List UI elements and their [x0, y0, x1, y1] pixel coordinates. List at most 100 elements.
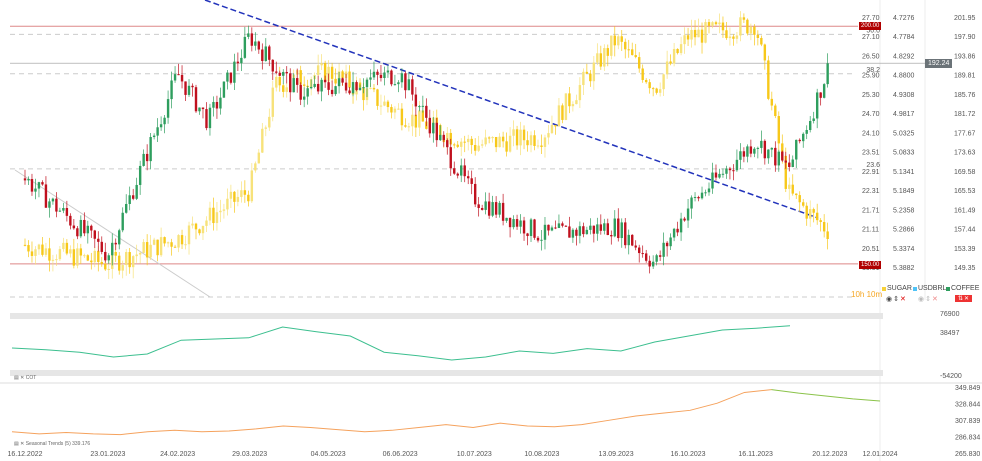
coffee-candle	[522, 220, 526, 234]
sugar-candle	[718, 22, 721, 25]
coffee-candle	[815, 92, 819, 119]
sugar-candle	[599, 53, 603, 67]
coffee-candle	[299, 84, 302, 100]
usdbrl-controls[interactable]: ◉ ⇕ ✕	[918, 295, 938, 303]
close-icon[interactable]: ✕	[932, 295, 938, 303]
seasonal-name: Seasonal Trends (5)	[25, 441, 71, 447]
sugar-candle	[508, 135, 512, 152]
coffee-candle	[289, 73, 292, 93]
sugar-candle	[557, 105, 561, 127]
sugar-candle	[275, 76, 278, 88]
sugar-candle	[648, 82, 651, 89]
left-axis-tick: 20.51	[862, 246, 880, 253]
eye-icon[interactable]: ◉	[886, 295, 892, 303]
coffee-candle	[268, 46, 271, 60]
coffee-candle	[142, 153, 145, 166]
sugar-candle	[191, 223, 194, 226]
sugar-candle	[229, 191, 233, 199]
sugar-candle	[742, 17, 746, 20]
sugar-candle	[505, 141, 508, 152]
coffee-candle	[79, 219, 83, 237]
coffee-candle	[809, 120, 812, 130]
level-150-badge: 150.00	[859, 261, 882, 269]
sugar-candle	[805, 205, 808, 219]
sugar-candle	[655, 88, 658, 93]
left-axis-tick: 25.30	[862, 92, 880, 99]
coffee-candle	[421, 105, 425, 107]
middle-axis-tick: 5.1849	[893, 188, 915, 195]
seasonal-axis-tick: 265.830	[955, 451, 980, 458]
coffee-candle	[27, 179, 30, 181]
sugar-candle	[672, 48, 676, 64]
sugar-candle	[180, 235, 184, 245]
sugar-candle	[159, 237, 163, 256]
coffee-candle	[243, 36, 247, 58]
chart-canvas[interactable]: 27.70 4.7276 201.95 27.10 4.7784 197.90 26.50 4…	[0, 0, 982, 461]
close-icon[interactable]: ✕	[964, 295, 969, 302]
middle-axis-tick: 5.0325	[893, 130, 915, 137]
sugar-candle	[679, 44, 683, 54]
middle-axis-tick: 4.7784	[893, 34, 915, 41]
move-icon[interactable]: ⇕	[893, 295, 899, 303]
coffee-candle	[770, 147, 774, 150]
sugar-candle	[215, 212, 219, 224]
settings-icon[interactable]: ⇅	[958, 295, 963, 302]
coffee-candle	[802, 133, 805, 142]
coffee-candle	[473, 183, 477, 205]
sugar-candle	[543, 137, 547, 147]
right-axis-tick: 173.63	[954, 150, 976, 157]
sugar-candle	[589, 73, 592, 82]
sugar-candle	[226, 198, 229, 210]
sugar-candle	[470, 138, 473, 146]
coffee-controls[interactable]: ⇅ ✕	[955, 295, 973, 302]
sugar-candle	[184, 244, 187, 246]
sugar-candle	[480, 144, 484, 146]
sugar-controls[interactable]: ◉ ⇕ ✕	[886, 295, 906, 303]
sugar-candle	[383, 101, 386, 106]
coffee-swatch	[946, 286, 950, 291]
coffee-candle	[320, 79, 323, 92]
coffee-candle	[543, 224, 547, 240]
coffee-candle	[742, 151, 746, 157]
coffee-candle	[34, 188, 37, 192]
coffee-candle	[631, 234, 634, 246]
sugar-candle	[756, 34, 760, 38]
coffee-candle	[184, 81, 187, 95]
close-icon[interactable]: ✕	[900, 295, 906, 303]
sugar-candle	[414, 114, 418, 128]
sugar-candle	[760, 37, 763, 45]
sugar-candle	[107, 268, 110, 270]
coffee-candle	[149, 137, 152, 162]
coffee-candle	[540, 239, 543, 241]
sugar-candle	[791, 184, 794, 194]
legend-usdbrl[interactable]: USDBRL	[913, 285, 946, 292]
sugar-candle	[205, 220, 208, 226]
sugar-candle	[278, 76, 281, 86]
coffee-candle	[683, 218, 686, 221]
sugar-candle	[540, 145, 543, 147]
coffee-candle	[700, 192, 704, 199]
legend-sugar[interactable]: SUGAR	[882, 285, 912, 292]
move-icon[interactable]: ⇕	[925, 295, 931, 303]
sugar-candle	[83, 255, 86, 257]
coffee-candle	[65, 208, 69, 216]
coffee-candle	[484, 201, 487, 210]
sugar-candle	[644, 79, 648, 83]
legend-coffee[interactable]: COFFEE	[946, 285, 979, 292]
eye-icon[interactable]: ◉	[918, 295, 924, 303]
coffee-candle	[449, 147, 452, 169]
sugar-candle	[610, 35, 613, 56]
sugar-candle	[166, 242, 170, 244]
coffee-candle	[212, 101, 215, 108]
coffee-candle	[247, 33, 250, 37]
sugar-candle	[125, 252, 128, 266]
seasonal-axis-tick: 286.834	[955, 435, 980, 442]
middle-axis-tick: 5.0833	[893, 150, 915, 157]
legend-label: COFFEE	[951, 285, 980, 292]
sugar-candle	[453, 144, 456, 146]
coffee-candle	[138, 165, 142, 185]
sugar-candle	[76, 248, 79, 266]
coffee-candle	[463, 165, 466, 177]
last-price-badge: 192.24	[925, 59, 953, 68]
coffee-candle	[665, 242, 669, 247]
